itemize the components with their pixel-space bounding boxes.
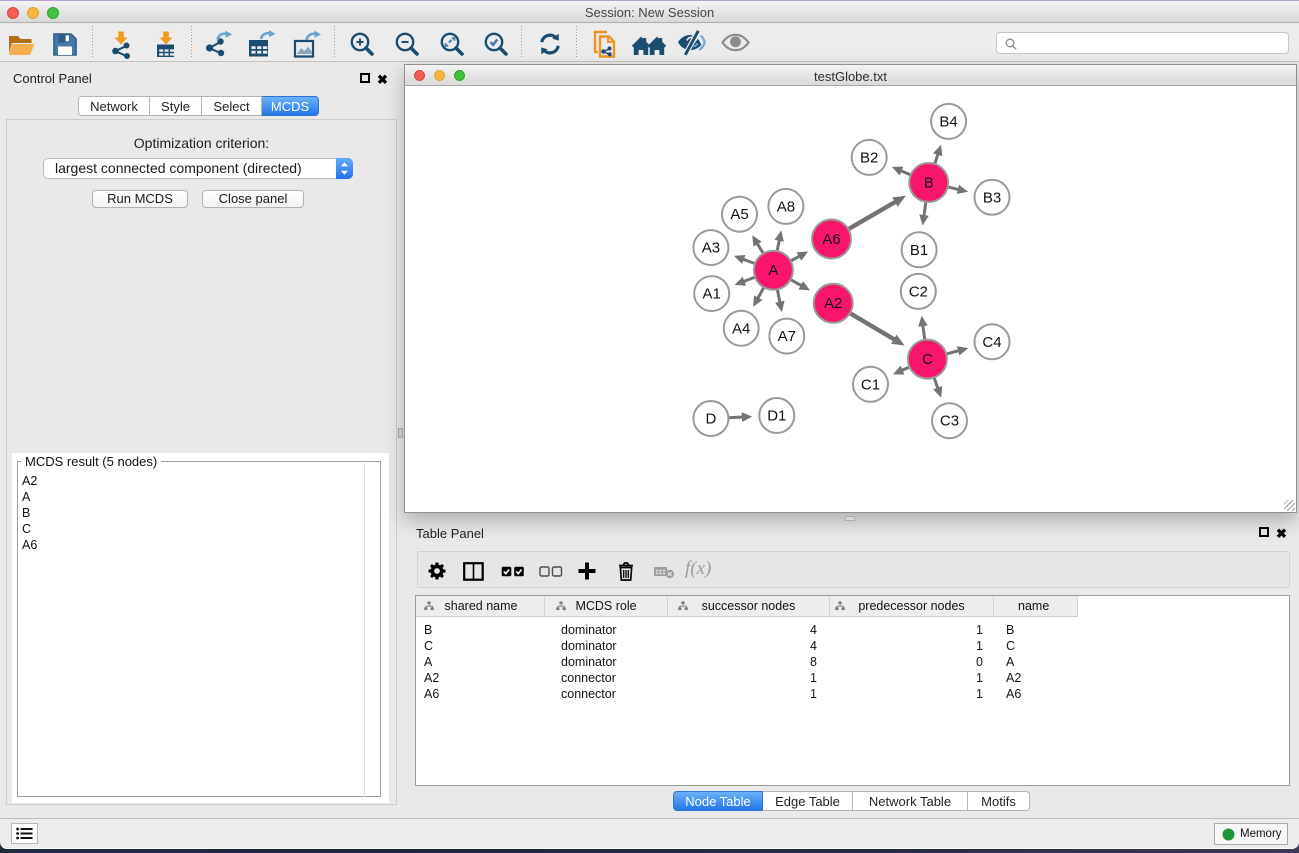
svg-text:B2: B2 [860,149,878,166]
svg-text:A: A [768,262,778,279]
svg-text:C1: C1 [861,376,880,393]
svg-text:B: B [924,175,934,192]
svg-text:A3: A3 [702,240,720,257]
svg-text:C4: C4 [982,334,1001,351]
svg-text:A8: A8 [777,198,795,215]
svg-text:A1: A1 [703,286,721,303]
svg-text:B1: B1 [910,242,928,259]
svg-text:B3: B3 [983,189,1001,206]
svg-text:C2: C2 [909,283,928,300]
svg-text:C: C [922,351,933,368]
svg-text:D1: D1 [767,408,786,425]
svg-text:A2: A2 [824,295,842,312]
svg-text:B4: B4 [939,113,957,130]
svg-text:A5: A5 [730,206,748,223]
svg-text:A4: A4 [732,320,750,337]
svg-text:A6: A6 [822,231,840,248]
svg-text:C3: C3 [940,413,959,430]
svg-text:D: D [705,411,716,428]
svg-text:A7: A7 [778,328,796,345]
